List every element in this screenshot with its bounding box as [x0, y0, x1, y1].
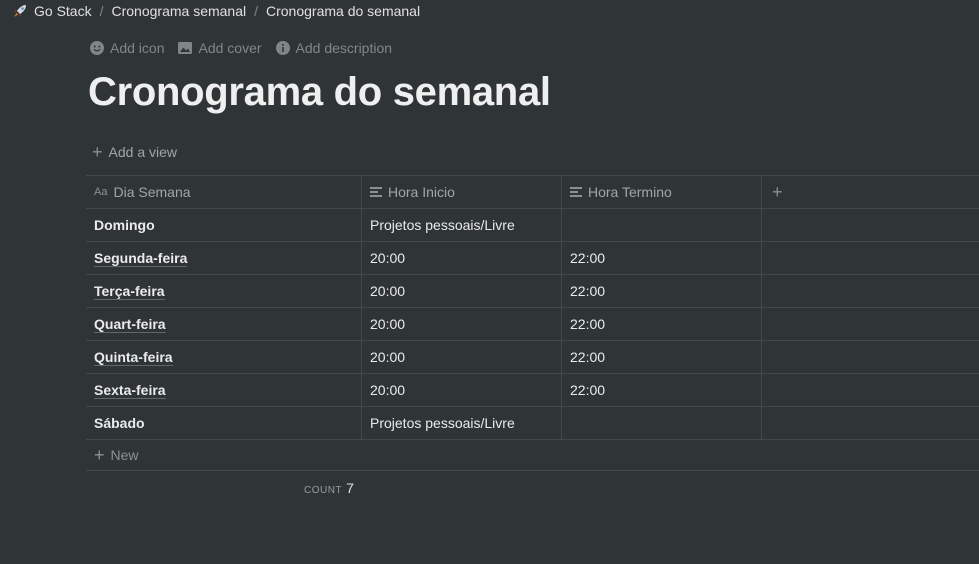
cell-empty — [762, 341, 979, 373]
add-icon-button[interactable]: Add icon — [90, 40, 164, 56]
plus-icon: + — [94, 445, 105, 465]
row-title[interactable]: Terça-feira — [94, 283, 165, 300]
cell-hora-inicio[interactable]: 20:00 — [362, 374, 562, 406]
cell-empty — [762, 209, 979, 241]
column-header-label: Hora Inicio — [388, 184, 455, 200]
add-cover-label: Add cover — [198, 40, 262, 56]
cell-empty — [762, 242, 979, 274]
breadcrumb-item-parent[interactable]: Cronograma semanal — [111, 3, 246, 19]
count-label: COUNT — [304, 485, 343, 496]
cell-hora-termino[interactable]: 22:00 — [562, 374, 762, 406]
table-row[interactable]: Domingo Projetos pessoais/Livre — [86, 209, 979, 242]
cell-hora-inicio[interactable]: Projetos pessoais/Livre — [362, 407, 562, 439]
cell-dia-semana[interactable]: Quinta-feira — [86, 341, 362, 373]
cell-hora-inicio[interactable]: 20:00 — [362, 242, 562, 274]
row-title[interactable]: Domingo — [94, 217, 155, 233]
add-description-label: Add description — [295, 40, 393, 56]
breadcrumb-item-current[interactable]: Cronograma do semanal — [266, 3, 420, 19]
cell-dia-semana[interactable]: Quart-feira — [86, 308, 362, 340]
column-header-label: Hora Termino — [588, 184, 672, 200]
cell-empty — [762, 374, 979, 406]
table-row[interactable]: Quinta-feira 20:00 22:00 — [86, 341, 979, 374]
count-value: 7 — [346, 480, 354, 496]
cell-dia-semana[interactable]: Sábado — [86, 407, 362, 439]
cell-hora-inicio[interactable]: 20:00 — [362, 275, 562, 307]
cell-hora-termino[interactable]: 22:00 — [562, 242, 762, 274]
breadcrumb-separator: / — [254, 3, 258, 19]
cell-hora-termino[interactable]: 22:00 — [562, 341, 762, 373]
info-icon — [275, 41, 290, 55]
text-type-icon: Aa — [94, 186, 108, 198]
cell-dia-semana[interactable]: Sexta-feira — [86, 374, 362, 406]
breadcrumb: Go Stack / Cronograma semanal / Cronogra… — [12, 0, 420, 22]
new-row-button[interactable]: + New — [86, 440, 979, 471]
table-row[interactable]: Quart-feira 20:00 22:00 — [86, 308, 979, 341]
table-row[interactable]: Sexta-feira 20:00 22:00 — [86, 374, 979, 407]
cell-empty — [762, 308, 979, 340]
breadcrumb-label-workspace: Go Stack — [34, 3, 92, 19]
page-actions: Add icon Add cover Add description — [90, 40, 392, 56]
cell-dia-semana[interactable]: Terça-feira — [86, 275, 362, 307]
cell-dia-semana[interactable]: Segunda-feira — [86, 242, 362, 274]
table-row[interactable]: Segunda-feira 20:00 22:00 — [86, 242, 979, 275]
page-title[interactable]: Cronograma do semanal — [88, 70, 551, 115]
cell-dia-semana[interactable]: Domingo — [86, 209, 362, 241]
new-row-label: New — [110, 447, 139, 463]
cell-hora-termino[interactable] — [562, 407, 762, 439]
breadcrumb-separator: / — [99, 3, 104, 19]
cell-hora-termino[interactable]: 22:00 — [562, 275, 762, 307]
row-title[interactable]: Segunda-feira — [94, 250, 188, 267]
table-row[interactable]: Terça-feira 20:00 22:00 — [86, 275, 979, 308]
add-description-button[interactable]: Add description — [275, 40, 393, 56]
plus-icon: + — [92, 142, 103, 162]
add-icon-label: Add icon — [110, 40, 165, 56]
cell-empty — [762, 275, 979, 307]
add-view-button[interactable]: + Add a view — [92, 142, 177, 162]
cell-hora-inicio[interactable]: 20:00 — [362, 308, 562, 340]
cell-hora-termino[interactable] — [562, 209, 762, 241]
cell-hora-inicio[interactable]: Projetos pessoais/Livre — [362, 209, 562, 241]
smiley-icon — [90, 41, 104, 55]
text-lines-icon — [570, 187, 582, 197]
column-header-hora-termino[interactable]: Hora Termino — [562, 176, 762, 208]
count-footer[interactable]: COUNT 7 — [304, 480, 354, 496]
text-lines-icon — [370, 187, 382, 197]
column-header-dia-semana[interactable]: Aa Dia Semana — [86, 176, 362, 208]
cell-hora-termino[interactable]: 22:00 — [562, 308, 762, 340]
table-header-row: Aa Dia Semana Hora Inicio Hora Termino + — [86, 175, 979, 209]
add-cover-button[interactable]: Add cover — [178, 40, 262, 56]
row-title[interactable]: Quinta-feira — [94, 349, 173, 366]
column-header-label: Dia Semana — [113, 184, 191, 200]
add-view-label: Add a view — [108, 144, 177, 160]
plus-icon: + — [772, 182, 783, 202]
row-title[interactable]: Sábado — [94, 415, 145, 431]
row-title[interactable]: Quart-feira — [94, 316, 166, 333]
row-title[interactable]: Sexta-feira — [94, 382, 166, 399]
rocket-icon — [14, 5, 26, 17]
cell-hora-inicio[interactable]: 20:00 — [362, 341, 562, 373]
column-header-hora-inicio[interactable]: Hora Inicio — [362, 176, 562, 208]
breadcrumb-item-workspace[interactable]: Go Stack — [12, 3, 92, 19]
cell-empty — [762, 407, 979, 439]
table-row[interactable]: Sábado Projetos pessoais/Livre — [86, 407, 979, 440]
add-column-button[interactable]: + — [762, 176, 979, 208]
database-table: Aa Dia Semana Hora Inicio Hora Termino +… — [86, 175, 979, 471]
image-icon — [178, 42, 193, 54]
